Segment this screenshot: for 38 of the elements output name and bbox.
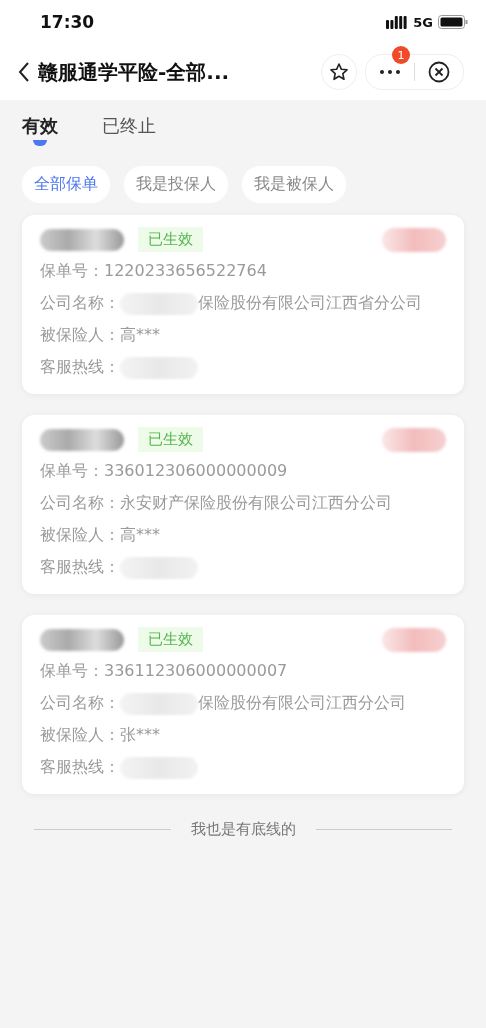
clock-time: 17:30 (40, 12, 96, 32)
policy-field: 保单号：336012306000000009 (40, 458, 446, 484)
policy-field: 公司名称：永安财产保险股份有限公司江西分公司 (40, 490, 446, 516)
redaction-blur (382, 427, 446, 452)
filter-chip[interactable]: 我是投保人 (124, 166, 228, 203)
filter-chip[interactable]: 我是被保人 (242, 166, 346, 203)
back-icon[interactable] (18, 61, 30, 83)
policy-field: 被保险人：高*** (40, 522, 446, 548)
redaction-blur (382, 627, 446, 652)
policy-card[interactable]: 已生效 保单号：1220233656522764 公司名称： 保险股份有限公司江西省分公司 被保险人：高*** 客服热线： (22, 215, 464, 394)
filter-chip[interactable]: 全部保单 (22, 166, 110, 203)
network-label: 5G (413, 14, 433, 30)
status-tag: 已生效 (138, 227, 203, 252)
tab[interactable]: 已终止 (102, 114, 156, 150)
redaction-blur (382, 227, 446, 252)
policy-field: 客服热线： (40, 554, 446, 580)
policy-field: 被保险人：高*** (40, 322, 446, 348)
tab[interactable]: 有效 (22, 114, 58, 150)
more-icon (380, 70, 400, 74)
favorite-button[interactable] (321, 54, 357, 90)
close-icon (428, 61, 450, 83)
policy-card[interactable]: 已生效 保单号：336012306000000009 公司名称：永安财产保险股份有限公司江西分公司 被保险人：高*** 客服热线： (22, 415, 464, 594)
page-title: 赣服通学平险-全部... (38, 58, 231, 86)
policy-field: 被保险人：张*** (40, 722, 446, 748)
signal-icon (386, 15, 409, 29)
star-icon (329, 62, 349, 82)
policy-field: 客服热线： (40, 354, 446, 380)
policy-card[interactable]: 已生效 保单号：336112306000000007 公司名称： 保险股份有限公司江西分公司 被保险人：张*** 客服热线： (22, 615, 464, 794)
policy-field: 客服热线： (40, 754, 446, 780)
status-tag: 已生效 (138, 627, 203, 652)
policy-field: 公司名称： 保险股份有限公司江西分公司 (40, 690, 446, 716)
policy-field: 保单号：1220233656522764 (40, 258, 446, 284)
battery-icon (438, 15, 468, 29)
status-tag: 已生效 (138, 427, 203, 452)
notification-badge: 1 (392, 46, 410, 64)
end-of-list-text: 我也是有底线的 (190, 820, 296, 839)
policy-field: 保单号：336112306000000007 (40, 658, 446, 684)
policy-field: 公司名称： 保险股份有限公司江西省分公司 (40, 290, 446, 316)
